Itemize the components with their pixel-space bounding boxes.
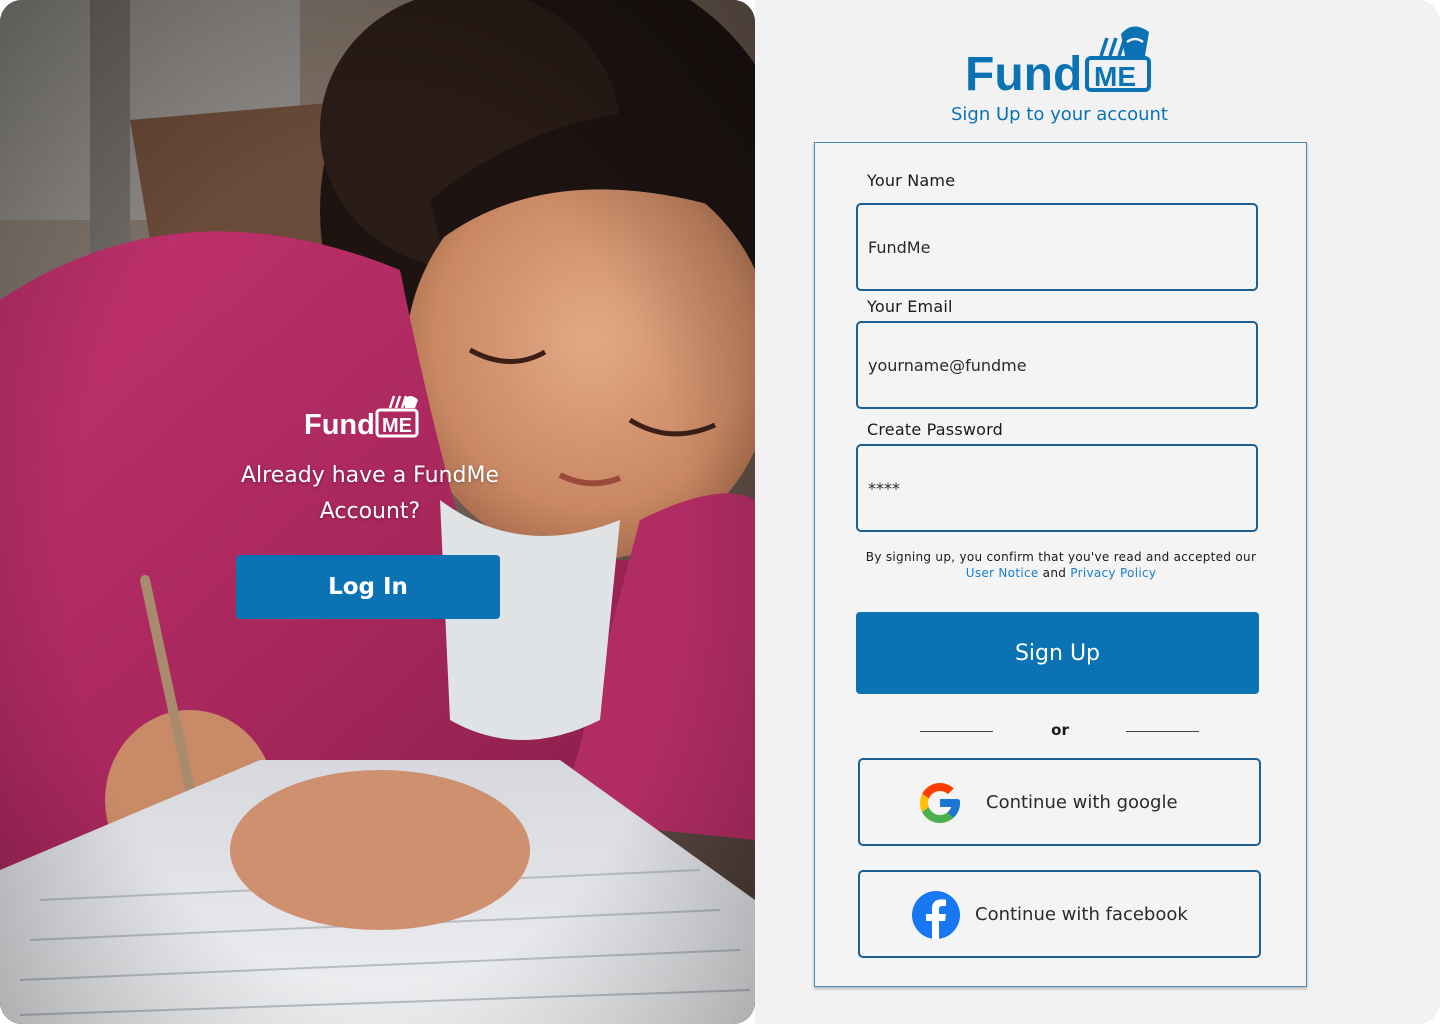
signup-card: Your Name Your Email Create Password By … <box>814 142 1307 987</box>
hero-logo: Fund ME <box>302 392 420 443</box>
legal-text: By signing up, you confirm that you've r… <box>865 550 1257 564</box>
name-input[interactable] <box>856 203 1258 291</box>
user-notice-link[interactable]: User Notice <box>966 566 1039 580</box>
google-button[interactable]: Continue with google <box>858 758 1261 846</box>
signup-button[interactable]: Sign Up <box>856 612 1259 694</box>
signup-panel: Fund ME Sign Up to your account Your Nam… <box>755 0 1440 1024</box>
logo-text-me: ME <box>1094 61 1136 92</box>
login-button[interactable]: Log In <box>236 555 500 619</box>
divider-left <box>920 731 993 732</box>
google-label: Continue with google <box>986 792 1178 813</box>
hero-logo-text-fund: Fund <box>304 409 375 438</box>
name-label: Your Name <box>867 171 956 190</box>
logo-text-fund: Fund <box>965 48 1082 96</box>
page-subtitle: Sign Up to your account <box>950 104 1168 125</box>
privacy-policy-link[interactable]: Privacy Policy <box>1070 566 1156 580</box>
hero-logo-text-me: ME <box>382 415 412 437</box>
google-icon <box>920 783 960 823</box>
legal-and: and <box>1042 566 1067 580</box>
hero-title: Already have a FundMe Account? <box>241 463 499 524</box>
facebook-label: Continue with facebook <box>975 904 1188 925</box>
brand-logo: Fund ME <box>965 20 1155 101</box>
divider-or: or <box>1051 721 1069 739</box>
password-label: Create Password <box>867 420 1003 439</box>
password-input[interactable] <box>856 444 1258 532</box>
email-input[interactable] <box>856 321 1258 409</box>
facebook-button[interactable]: Continue with facebook <box>858 870 1261 958</box>
hero-panel: Fund ME Already have a FundMe Account? L… <box>0 0 755 1024</box>
email-label: Your Email <box>867 297 953 316</box>
facebook-icon <box>912 891 960 939</box>
legal-notice: By signing up, you confirm that you've r… <box>835 549 1287 581</box>
divider-right <box>1126 731 1199 732</box>
